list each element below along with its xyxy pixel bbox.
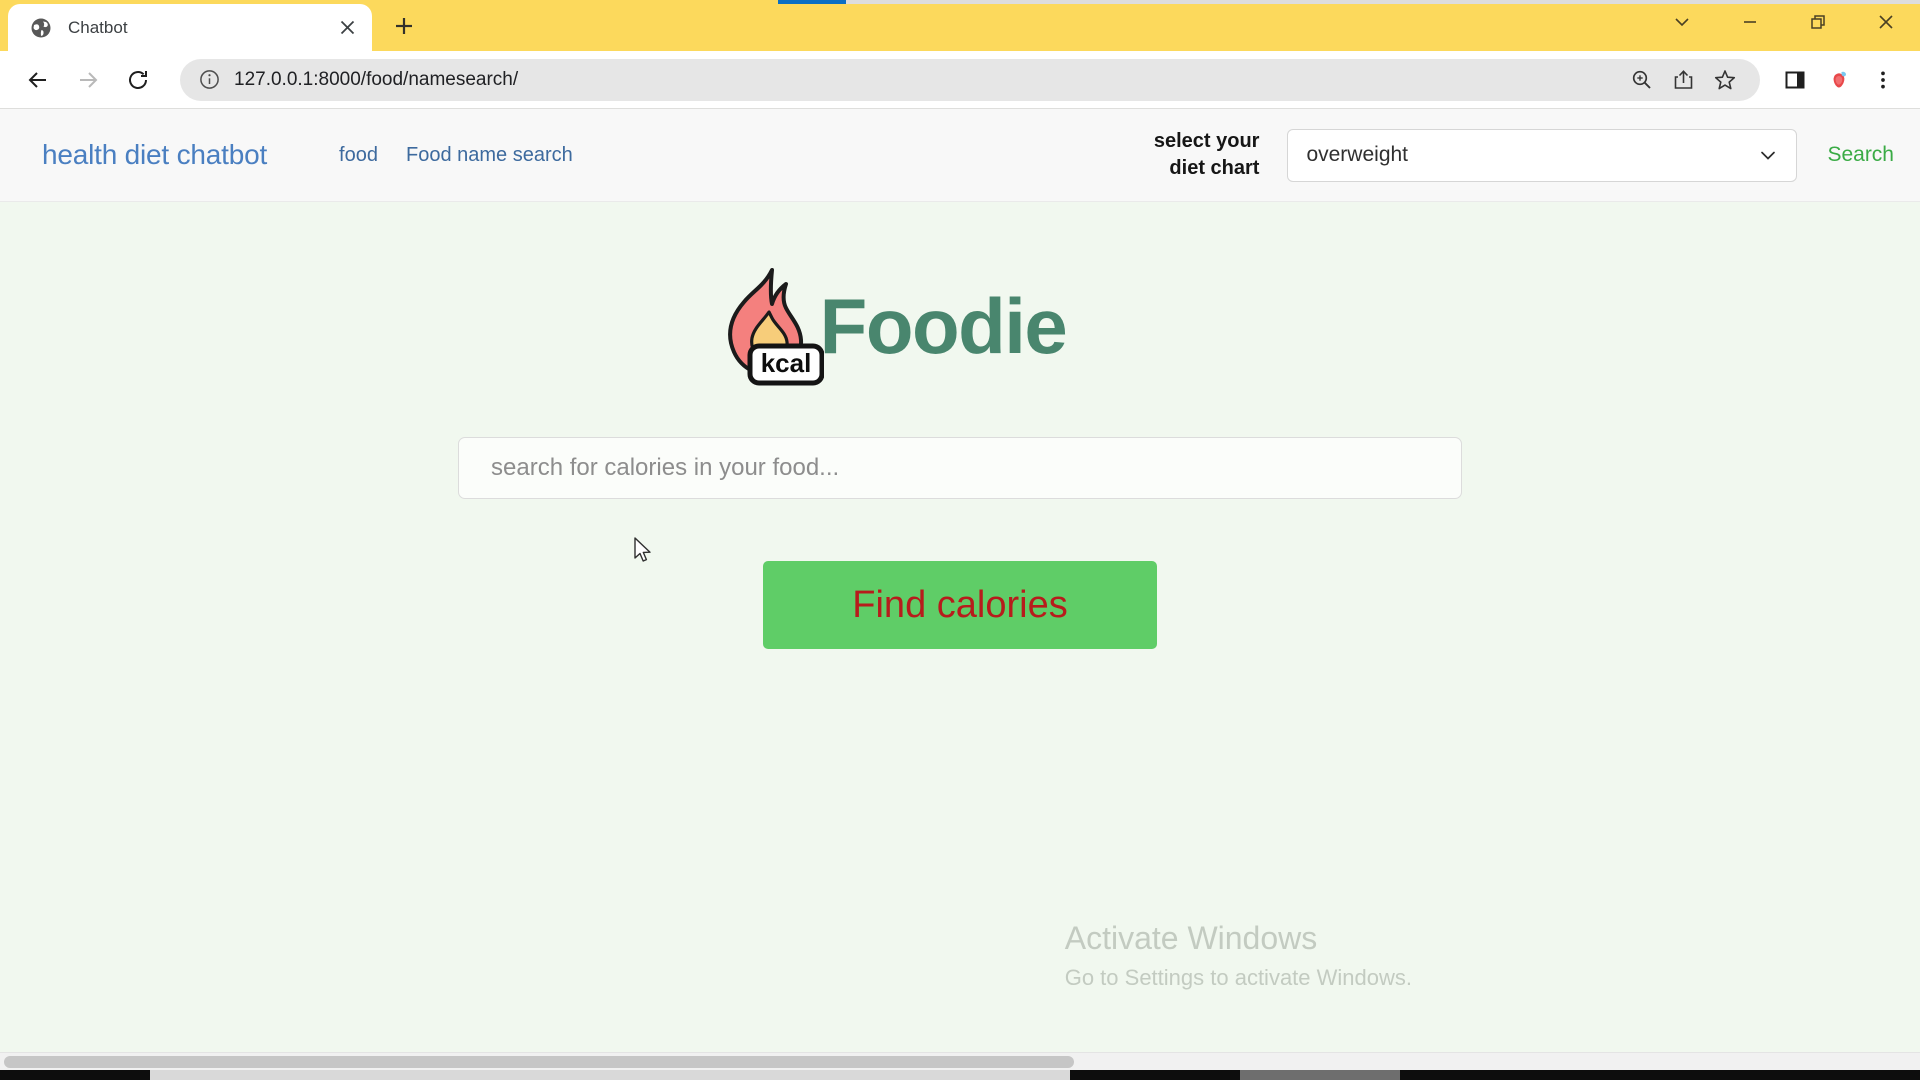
restore-icon[interactable]	[1784, 0, 1852, 44]
bottom-edge-segment	[0, 1070, 150, 1080]
bottom-edge-segment	[1400, 1070, 1920, 1080]
horizontal-scrollbar[interactable]	[0, 1052, 1920, 1070]
extension-icon[interactable]	[1818, 59, 1860, 101]
site-nav-links: food Food name search	[339, 144, 573, 167]
flame-kcal-icon: kcal	[714, 264, 824, 389]
star-icon[interactable]	[1706, 61, 1744, 99]
sidebar-item-food-name-search[interactable]: Food name search	[406, 144, 573, 167]
bottom-edge-segment	[1070, 1070, 1240, 1080]
new-tab-button[interactable]	[385, 7, 423, 45]
site-brand[interactable]: health diet chatbot	[42, 139, 267, 171]
bottom-edge-segment	[1240, 1070, 1400, 1080]
tab-close-icon[interactable]	[332, 13, 362, 43]
horizontal-scrollbar-thumb[interactable]	[4, 1055, 1074, 1068]
toolbar-right-actions	[1774, 59, 1904, 101]
diet-chart-search-link[interactable]: Search	[1827, 143, 1894, 167]
browser-tab-chatbot[interactable]: Chatbot	[8, 4, 372, 51]
chevron-down-icon[interactable]	[1648, 0, 1716, 44]
info-icon[interactable]	[196, 67, 222, 93]
site-navbar: health diet chatbot food Food name searc…	[0, 109, 1920, 202]
address-bar[interactable]: 127.0.0.1:8000/food/namesearch/	[180, 58, 1760, 101]
back-arrow-icon[interactable]	[16, 58, 60, 102]
load-progress-filled	[778, 0, 846, 4]
omnibox-actions	[1622, 61, 1744, 99]
diet-chart-controls: select your diet chart overweight Search	[1135, 128, 1894, 182]
windows-activation-watermark: Activate Windows Go to Settings to activ…	[1065, 919, 1412, 994]
page-viewport: health diet chatbot food Food name searc…	[0, 109, 1920, 1052]
browser-toolbar: 127.0.0.1:8000/food/namesearch/	[0, 51, 1920, 109]
browser-window: Chatbot 127.0.0.1:8000/food/namesearch/ …	[0, 0, 1920, 1080]
sidebar-item-food[interactable]: food	[339, 144, 378, 167]
chevron-down-icon	[1758, 145, 1778, 165]
close-icon[interactable]	[1852, 0, 1920, 44]
forward-arrow-icon[interactable]	[66, 58, 110, 102]
globe-icon	[30, 17, 52, 39]
svg-text:kcal: kcal	[760, 348, 811, 378]
bottom-edge-segment	[150, 1070, 1070, 1080]
logo-wordmark: Foodie	[819, 282, 1068, 370]
zoom-in-icon[interactable]	[1622, 61, 1660, 99]
diet-chart-label-line2: diet chart	[1169, 157, 1260, 179]
tab-title: Chatbot	[68, 17, 128, 37]
share-icon[interactable]	[1664, 61, 1702, 99]
diet-chart-label-line1: select your	[1153, 130, 1260, 152]
reload-icon[interactable]	[116, 58, 160, 102]
hero-section: kcal Foodie search for calories in your …	[0, 202, 1920, 649]
watermark-subtitle: Go to Settings to activate Windows.	[1064, 965, 1412, 990]
watermark-title: Activate Windows	[1064, 919, 1318, 956]
diet-chart-label: select your diet chart	[1135, 128, 1260, 182]
url-text: 127.0.0.1:8000/food/namesearch/	[234, 68, 519, 90]
three-dot-menu-icon[interactable]	[1862, 59, 1904, 101]
side-panel-icon[interactable]	[1774, 59, 1816, 101]
find-calories-button[interactable]: Find calories	[763, 561, 1157, 649]
food-search-input[interactable]: search for calories in your food...	[458, 437, 1462, 499]
browser-titlebar: Chatbot	[0, 0, 1920, 51]
window-controls	[1648, 0, 1920, 44]
screen-bottom-edge	[0, 1070, 1920, 1080]
minimize-icon[interactable]	[1716, 0, 1784, 44]
foodie-logo: kcal Foodie	[714, 264, 1068, 389]
diet-chart-selected-value: overweight	[1306, 143, 1409, 166]
diet-chart-select[interactable]: overweight	[1287, 128, 1798, 182]
food-search-placeholder: search for calories in your food...	[491, 454, 840, 481]
